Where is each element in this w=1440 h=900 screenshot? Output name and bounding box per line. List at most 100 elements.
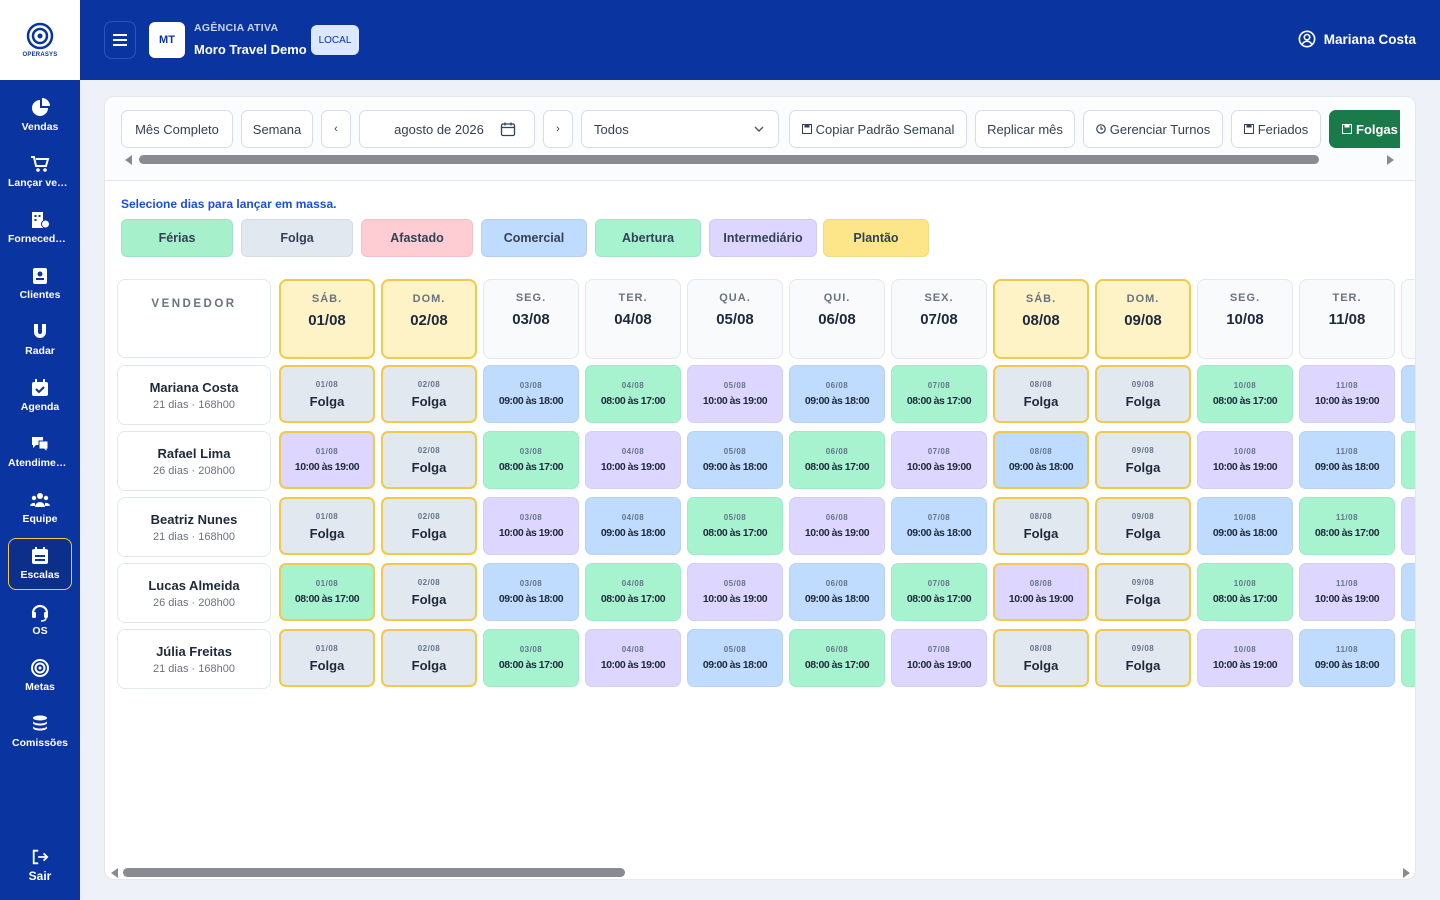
menu-toggle-button[interactable] xyxy=(104,21,136,59)
legend-chip-afastado[interactable]: Afastado xyxy=(361,219,473,257)
sidebar-item-comissoes[interactable]: Comissões xyxy=(8,706,72,758)
schedule-cell[interactable]: 12/08 xyxy=(1401,431,1415,489)
month-view-button[interactable]: Mês Completo xyxy=(121,110,233,148)
user-menu[interactable]: Mariana Costa xyxy=(1298,30,1416,48)
schedule-cell[interactable]: 09/08 Folga xyxy=(1095,365,1191,423)
sidebar-item-os[interactable]: OS xyxy=(8,594,72,646)
sidebar-item-lancar[interactable]: Lançar venda xyxy=(8,146,72,198)
schedule-cell[interactable]: 10/08 10:00 às 19:00 xyxy=(1197,629,1293,687)
schedule-cell[interactable]: 01/08 Folga xyxy=(279,497,375,555)
monthly-days-off-button[interactable]: Folgas do mês xyxy=(1329,110,1400,148)
schedule-cell[interactable]: 02/08 Folga xyxy=(381,629,477,687)
day-column-header[interactable]: SÁB. 01/08 xyxy=(279,279,375,359)
manage-shifts-button[interactable]: Gerenciar Turnos xyxy=(1083,110,1223,148)
schedule-cell[interactable]: 10/08 08:00 às 17:00 xyxy=(1197,563,1293,621)
legend-chip-plantao[interactable]: Plantão xyxy=(823,219,929,257)
schedule-cell[interactable]: 11/08 09:00 às 18:00 xyxy=(1299,431,1395,489)
seller-row-header[interactable]: Mariana Costa 21 dias · 168h00 xyxy=(117,365,271,425)
legend-chip-ferias[interactable]: Férias xyxy=(121,219,233,257)
schedule-cell[interactable]: 09/08 Folga xyxy=(1095,497,1191,555)
schedule-cell[interactable]: 05/08 10:00 às 19:00 xyxy=(687,365,783,423)
schedule-cell[interactable]: 02/08 Folga xyxy=(381,497,477,555)
schedule-cell[interactable]: 05/08 08:00 às 17:00 xyxy=(687,497,783,555)
grid-scroll-left-arrow[interactable] xyxy=(111,868,118,878)
sidebar-item-radar[interactable]: Radar xyxy=(8,314,72,366)
day-column-header[interactable]: SEX. 07/08 xyxy=(891,279,987,359)
schedule-cell[interactable]: 06/08 08:00 às 17:00 xyxy=(789,629,885,687)
legend-chip-intermediario[interactable]: Intermediário xyxy=(709,219,817,257)
day-column-header[interactable]: QUA. 05/08 xyxy=(687,279,783,359)
week-view-button[interactable]: Semana xyxy=(241,110,313,148)
day-column-header[interactable]: DOM. 02/08 xyxy=(381,279,477,359)
grid-scroll-right-arrow[interactable] xyxy=(1403,868,1410,878)
schedule-cell[interactable]: 03/08 09:00 às 18:00 xyxy=(483,563,579,621)
schedule-cell[interactable]: 04/08 08:00 às 17:00 xyxy=(585,563,681,621)
grid-scrollbar-thumb[interactable] xyxy=(123,868,625,877)
schedule-cell[interactable]: 10/08 10:00 às 19:00 xyxy=(1197,431,1293,489)
schedule-cell[interactable]: 12/08 xyxy=(1401,365,1415,423)
schedule-cell[interactable]: 06/08 09:00 às 18:00 xyxy=(789,563,885,621)
day-column-header[interactable]: DOM. 09/08 xyxy=(1095,279,1191,359)
sidebar-item-clientes[interactable]: Clientes xyxy=(8,258,72,310)
toolbar-scroll-left-arrow[interactable] xyxy=(125,155,132,165)
schedule-cell[interactable]: 03/08 09:00 às 18:00 xyxy=(483,365,579,423)
schedule-cell[interactable]: 09/08 Folga xyxy=(1095,629,1191,687)
schedule-cell[interactable]: 07/08 10:00 às 19:00 xyxy=(891,629,987,687)
day-column-header[interactable]: SÁB. 08/08 xyxy=(993,279,1089,359)
schedule-cell[interactable]: 10/08 08:00 às 17:00 xyxy=(1197,365,1293,423)
legend-chip-comercial[interactable]: Comercial xyxy=(481,219,587,257)
legend-chip-folga[interactable]: Folga xyxy=(241,219,353,257)
sidebar-exit-button[interactable]: Sair xyxy=(8,840,72,890)
seller-row-header[interactable]: Rafael Lima 26 dias · 208h00 xyxy=(117,431,271,491)
schedule-cell[interactable]: 11/08 09:00 às 18:00 xyxy=(1299,629,1395,687)
schedule-cell[interactable]: 09/08 Folga xyxy=(1095,563,1191,621)
sidebar-item-agenda[interactable]: Agenda xyxy=(8,370,72,422)
day-column-header[interactable]: QUI. 06/08 xyxy=(789,279,885,359)
schedule-cell[interactable]: 10/08 09:00 às 18:00 xyxy=(1197,497,1293,555)
schedule-cell[interactable]: 09/08 Folga xyxy=(1095,431,1191,489)
schedule-cell[interactable]: 01/08 08:00 às 17:00 xyxy=(279,563,375,621)
sidebar-item-atendimento[interactable]: Atendimento xyxy=(8,426,72,478)
day-column-header[interactable]: TER. 11/08 xyxy=(1299,279,1395,359)
sidebar-item-fornecedores[interactable]: Fornecedores xyxy=(8,202,72,254)
schedule-cell[interactable]: 02/08 Folga xyxy=(381,431,477,489)
schedule-cell[interactable]: 04/08 10:00 às 19:00 xyxy=(585,629,681,687)
prev-month-button[interactable]: ‹ xyxy=(321,110,351,148)
schedule-cell[interactable]: 07/08 10:00 às 19:00 xyxy=(891,431,987,489)
schedule-cell[interactable]: 06/08 09:00 às 18:00 xyxy=(789,365,885,423)
schedule-cell[interactable]: 01/08 Folga xyxy=(279,365,375,423)
schedule-cell[interactable]: 08/08 10:00 às 19:00 xyxy=(993,563,1089,621)
day-column-header[interactable]: SEG. 10/08 xyxy=(1197,279,1293,359)
sidebar-item-metas[interactable]: Metas xyxy=(8,650,72,702)
agency-avatar[interactable]: MT xyxy=(149,22,185,58)
schedule-cell[interactable]: 04/08 10:00 às 19:00 xyxy=(585,431,681,489)
toolbar-scrollbar-thumb[interactable] xyxy=(139,155,1319,164)
sidebar-item-equipe[interactable]: Equipe xyxy=(8,482,72,534)
brand-logo[interactable]: OPERASYS xyxy=(0,0,80,80)
schedule-cell[interactable]: 07/08 08:00 às 17:00 xyxy=(891,563,987,621)
sidebar-item-escalas[interactable]: Escalas xyxy=(8,538,72,590)
schedule-cell[interactable]: 03/08 10:00 às 19:00 xyxy=(483,497,579,555)
schedule-cell[interactable]: 08/08 09:00 às 18:00 xyxy=(993,431,1089,489)
schedule-cell[interactable]: 12/08 xyxy=(1401,629,1415,687)
schedule-cell[interactable]: 06/08 10:00 às 19:00 xyxy=(789,497,885,555)
schedule-cell[interactable]: 05/08 09:00 às 18:00 xyxy=(687,431,783,489)
schedule-cell[interactable]: 07/08 09:00 às 18:00 xyxy=(891,497,987,555)
schedule-cell[interactable]: 11/08 08:00 às 17:00 xyxy=(1299,497,1395,555)
schedule-cell[interactable]: 04/08 08:00 às 17:00 xyxy=(585,365,681,423)
schedule-cell[interactable]: 02/08 Folga xyxy=(381,563,477,621)
schedule-cell[interactable]: 11/08 10:00 às 19:00 xyxy=(1299,365,1395,423)
schedule-cell[interactable]: 08/08 Folga xyxy=(993,629,1089,687)
schedule-cell[interactable]: 05/08 09:00 às 18:00 xyxy=(687,629,783,687)
month-picker[interactable]: agosto de 2026 xyxy=(359,110,535,148)
schedule-cell[interactable]: 08/08 Folga xyxy=(993,365,1089,423)
schedule-cell[interactable]: 12/08 xyxy=(1401,497,1415,555)
schedule-cell[interactable]: 07/08 08:00 às 17:00 xyxy=(891,365,987,423)
schedule-cell[interactable]: 03/08 08:00 às 17:00 xyxy=(483,431,579,489)
seller-row-header[interactable]: Lucas Almeida 26 dias · 208h00 xyxy=(117,563,271,623)
schedule-cell[interactable]: 05/08 10:00 às 19:00 xyxy=(687,563,783,621)
schedule-cell[interactable]: 06/08 08:00 às 17:00 xyxy=(789,431,885,489)
schedule-cell[interactable]: 08/08 Folga xyxy=(993,497,1089,555)
legend-chip-abertura[interactable]: Abertura xyxy=(595,219,701,257)
next-month-button[interactable]: › xyxy=(543,110,573,148)
